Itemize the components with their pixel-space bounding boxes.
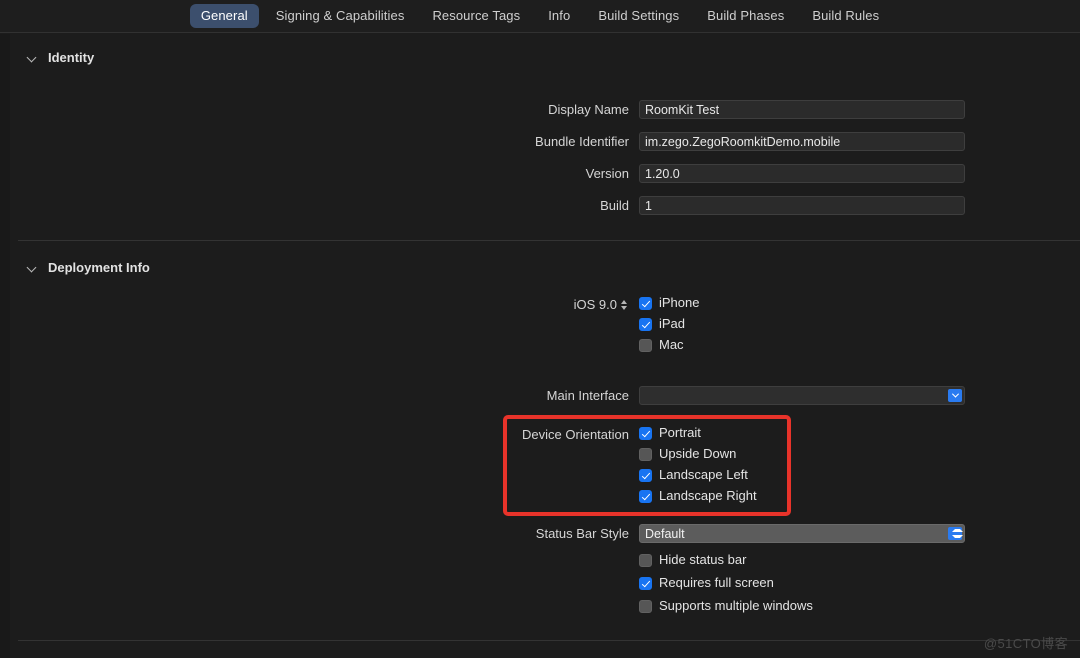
label-requires-full-screen: Requires full screen (659, 575, 774, 591)
checkbox-upside-down[interactable] (639, 448, 652, 461)
checkbox-requires-full-screen[interactable] (639, 577, 652, 590)
checkbox-portrait[interactable] (639, 427, 652, 440)
project-editor-tabbar: General Signing & Capabilities Resource … (0, 0, 1080, 33)
display-name-input[interactable] (639, 100, 965, 119)
label-device-orientation: Device Orientation (513, 425, 639, 445)
status-bar-style-value: Default (645, 527, 685, 541)
label-ipad: iPad (659, 316, 685, 332)
build-input[interactable] (639, 196, 965, 215)
checkbox-landscape-right[interactable] (639, 490, 652, 503)
label-display-name: Display Name (513, 100, 639, 120)
checkbox-row-iphone[interactable]: iPhone (639, 295, 699, 311)
checkbox-row-hide-status-bar[interactable]: Hide status bar (639, 552, 813, 568)
checkbox-ipad[interactable] (639, 318, 652, 331)
row-build: Build (513, 196, 965, 216)
label-mac: Mac (659, 337, 684, 353)
main-interface-combobox[interactable] (639, 386, 965, 405)
stepper-arrows-icon[interactable] (621, 298, 629, 312)
tab-build-rules[interactable]: Build Rules (801, 4, 890, 28)
section-header-identity[interactable]: Identity (27, 50, 94, 65)
checkbox-row-portrait[interactable]: Portrait (639, 425, 757, 441)
section-divider-identity (18, 240, 1080, 241)
label-main-interface: Main Interface (513, 386, 639, 406)
chevron-down-icon[interactable] (27, 262, 38, 273)
label-landscape-right: Landscape Right (659, 488, 757, 504)
checkbox-row-supports-multiple-windows[interactable]: Supports multiple windows (639, 598, 813, 614)
label-landscape-left: Landscape Left (659, 467, 748, 483)
tab-info[interactable]: Info (537, 4, 581, 28)
bottom-divider (18, 640, 1080, 641)
label-deployment-target: iOS 9.0 (574, 295, 617, 315)
tab-build-settings[interactable]: Build Settings (587, 4, 690, 28)
checkbox-row-ipad[interactable]: iPad (639, 316, 699, 332)
label-iphone: iPhone (659, 295, 699, 311)
version-input[interactable] (639, 164, 965, 183)
device-orientation-checklist: Portrait Upside Down Landscape Left Land… (639, 425, 757, 504)
label-hide-status-bar: Hide status bar (659, 552, 746, 568)
checkbox-mac[interactable] (639, 339, 652, 352)
extra-options-checklist: Hide status bar Requires full screen Sup… (639, 552, 813, 614)
chevron-down-icon[interactable] (27, 52, 38, 63)
tab-signing-and-capabilities[interactable]: Signing & Capabilities (265, 4, 416, 28)
checkbox-row-requires-full-screen[interactable]: Requires full screen (639, 575, 813, 591)
status-bar-style-popup[interactable]: Default (639, 524, 965, 543)
label-status-bar-style: Status Bar Style (513, 524, 639, 544)
label-bundle-identifier: Bundle Identifier (513, 132, 639, 152)
bundle-identifier-input[interactable] (639, 132, 965, 151)
row-deployment-target: iOS 9.0 iPhone iPad Mac (513, 295, 699, 353)
label-build: Build (513, 196, 639, 216)
tab-build-phases[interactable]: Build Phases (696, 4, 795, 28)
general-settings-pane: Identity Display Name Bundle Identifier … (0, 34, 1080, 658)
section-title-deployment-info: Deployment Info (48, 260, 150, 275)
checkbox-row-landscape-left[interactable]: Landscape Left (639, 467, 757, 483)
label-portrait: Portrait (659, 425, 701, 441)
checkbox-row-upside-down[interactable]: Upside Down (639, 446, 757, 462)
row-bundle-identifier: Bundle Identifier (513, 132, 965, 152)
label-upside-down: Upside Down (659, 446, 736, 462)
checkbox-landscape-left[interactable] (639, 469, 652, 482)
row-version: Version (513, 164, 965, 184)
tab-resource-tags[interactable]: Resource Tags (421, 4, 531, 28)
row-display-name: Display Name (513, 100, 965, 120)
deployment-target-stepper[interactable]: iOS 9.0 (513, 295, 639, 315)
row-status-bar-style: Status Bar Style Default (513, 524, 965, 544)
checkbox-row-mac[interactable]: Mac (639, 337, 699, 353)
section-header-deployment-info[interactable]: Deployment Info (27, 260, 150, 275)
row-device-orientation: Device Orientation Portrait Upside Down … (513, 425, 757, 504)
left-gutter (0, 34, 10, 658)
label-version: Version (513, 164, 639, 184)
chevron-down-icon[interactable] (948, 389, 962, 402)
checkbox-iphone[interactable] (639, 297, 652, 310)
label-supports-multiple-windows: Supports multiple windows (659, 598, 813, 614)
device-family-checklist: iPhone iPad Mac (639, 295, 699, 353)
checkbox-row-landscape-right[interactable]: Landscape Right (639, 488, 757, 504)
section-title-identity: Identity (48, 50, 94, 65)
chevron-up-down-icon[interactable] (948, 527, 962, 540)
row-main-interface: Main Interface (513, 386, 965, 406)
tab-general[interactable]: General (190, 4, 259, 28)
row-extra-options: Hide status bar Requires full screen Sup… (513, 552, 813, 614)
checkbox-hide-status-bar[interactable] (639, 554, 652, 567)
watermark: @51CTO博客 (984, 633, 1068, 652)
checkbox-supports-multiple-windows[interactable] (639, 600, 652, 613)
